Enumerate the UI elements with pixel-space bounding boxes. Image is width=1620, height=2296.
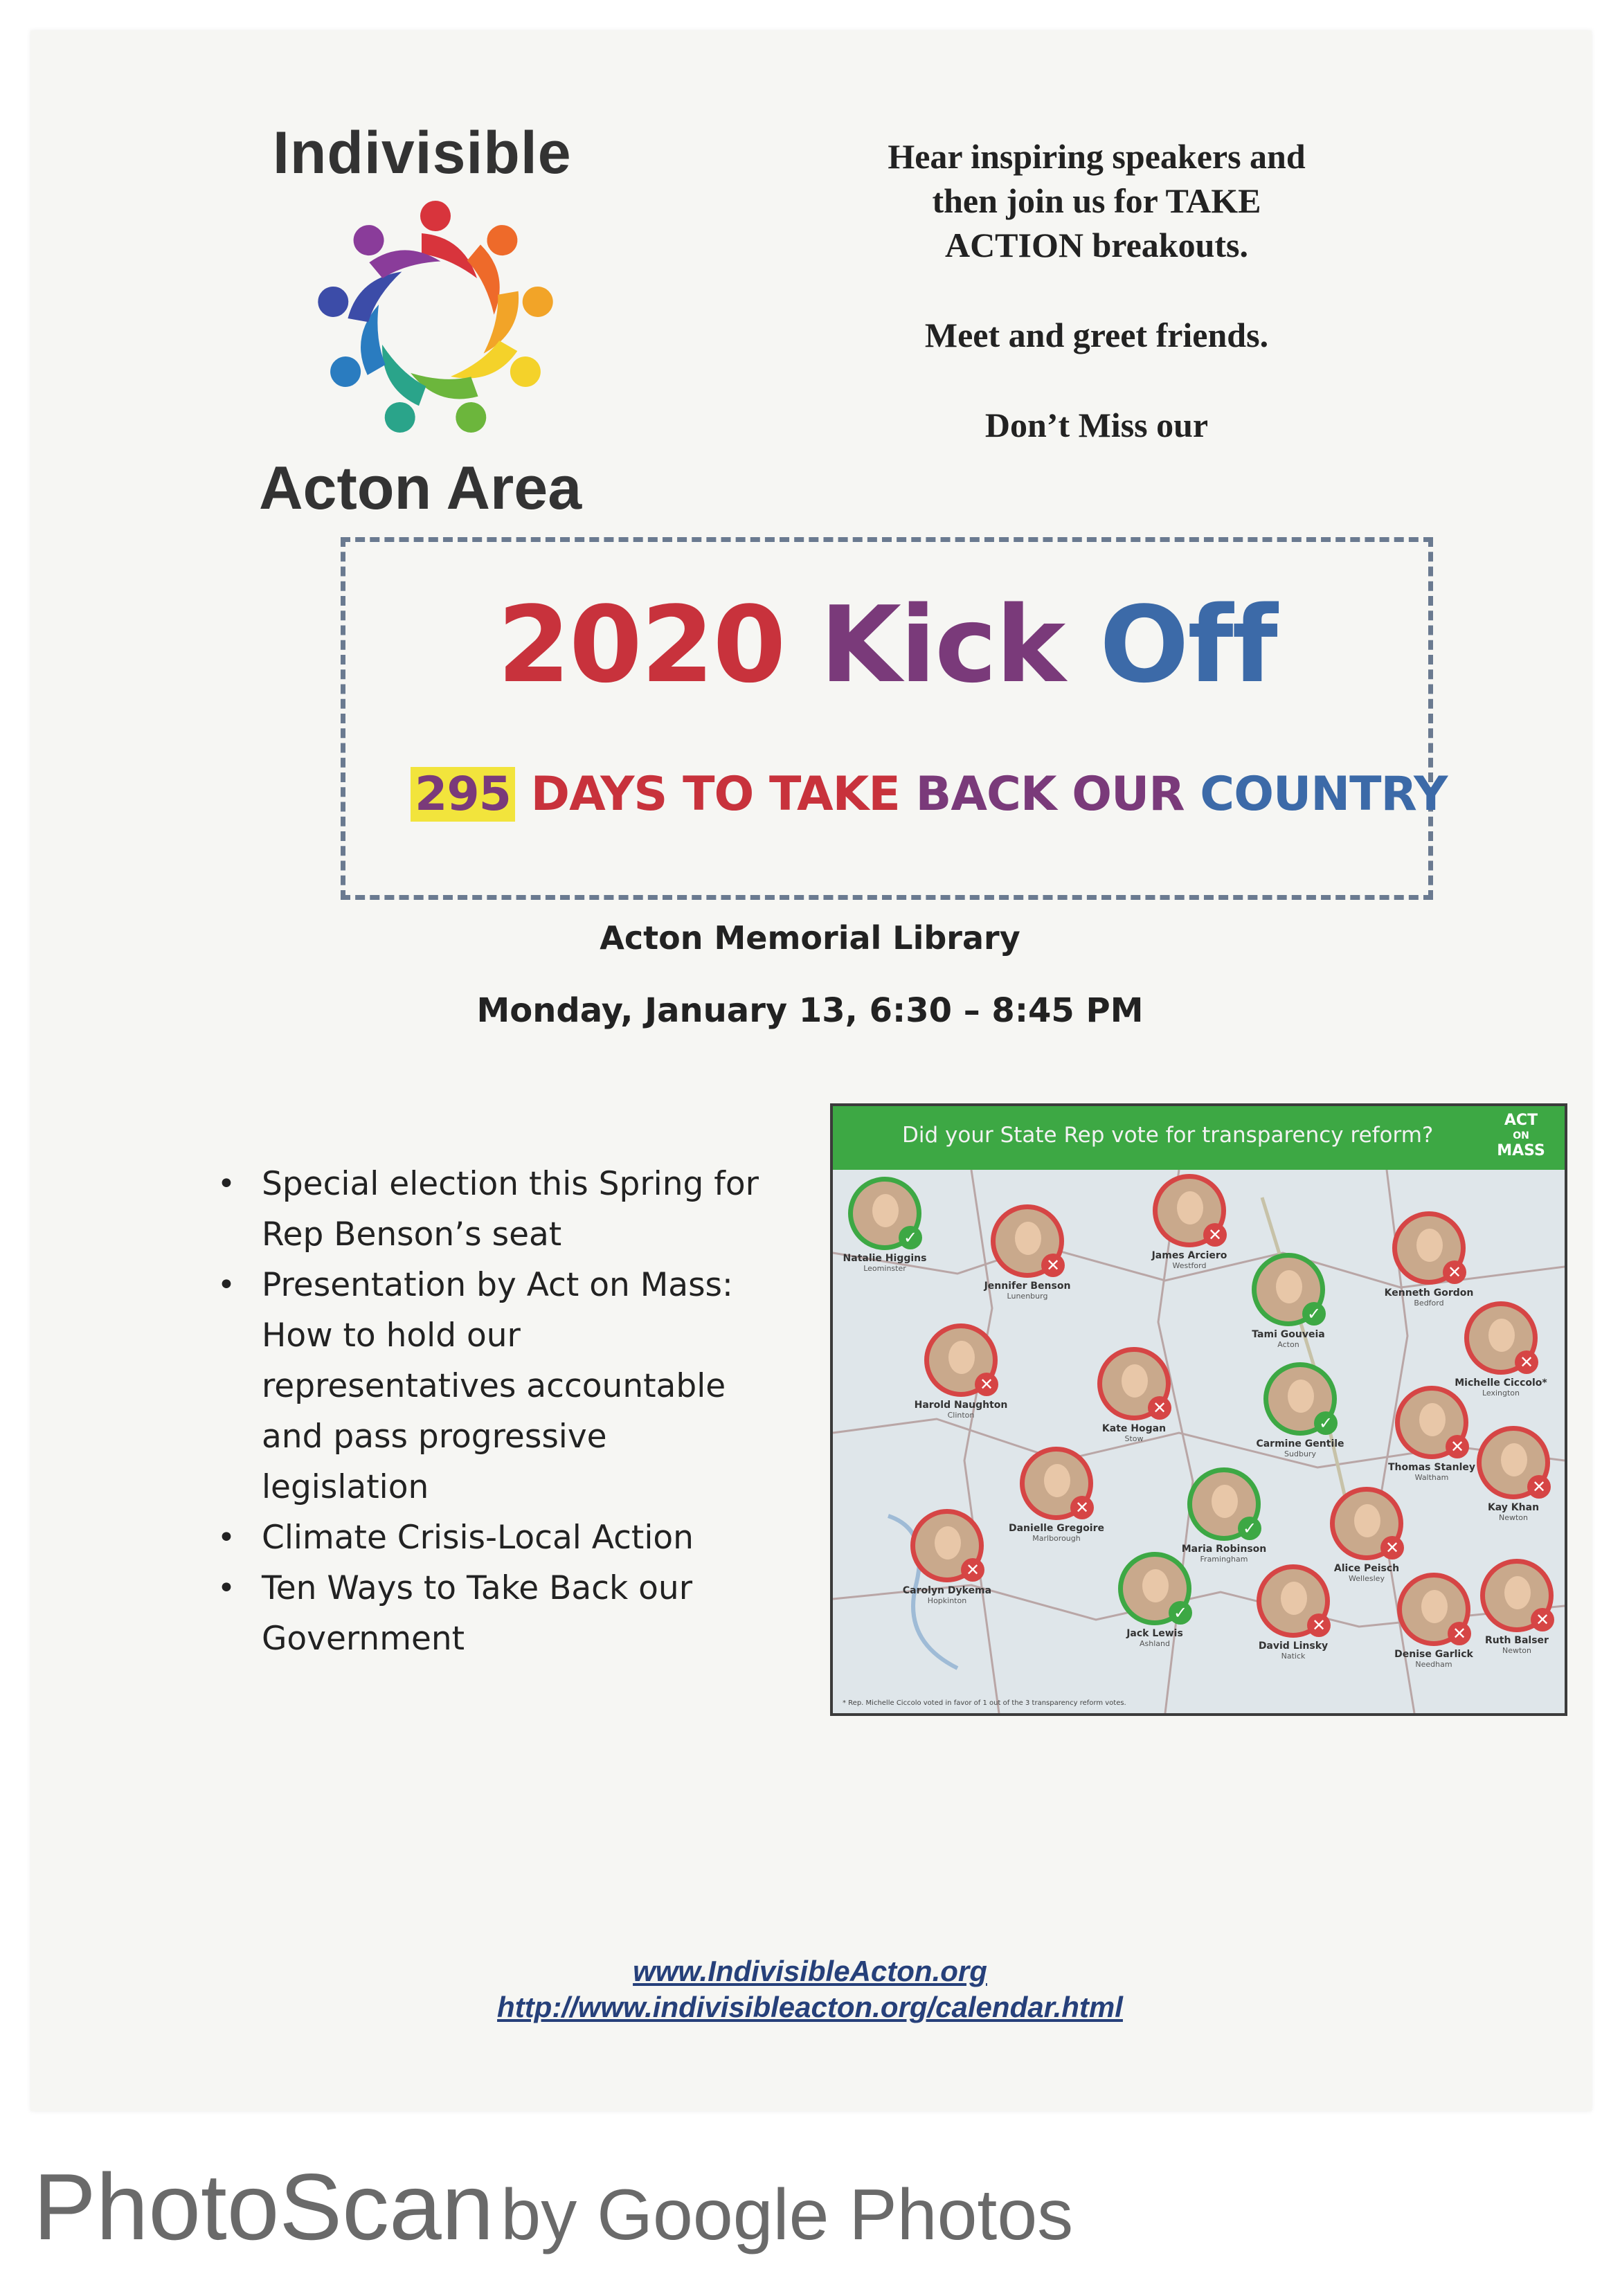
rep-marker: ✕ Thomas Stanley Waltham — [1388, 1386, 1480, 1482]
kickoff-title: 2020 Kick Off — [345, 584, 1428, 706]
intro-line: then join us for TAKE — [932, 181, 1261, 220]
rep-marker: ✕ Michelle Ciccolo* Lexington — [1455, 1301, 1549, 1398]
days-text-part: DAYS TO TAKE — [514, 767, 916, 822]
logo-bottom-text: Acton Area — [259, 453, 582, 522]
kickoff-box: 2020 Kick Off 295 DAYS TO TAKE BACK OUR … — [341, 537, 1448, 900]
intro-paragraph: Hear inspiring speakers and then join us… — [820, 134, 1374, 267]
rep-marker: ✓ Maria Robinson Framingham — [1182, 1467, 1272, 1564]
event-datetime: Monday, January 13, 6:30 – 8:45 PM — [476, 991, 1144, 1030]
agenda-item-continued: How to hold our — [262, 1317, 521, 1355]
rep-marker: ✕ Kenneth Gordon Bedford — [1385, 1211, 1477, 1308]
meet-greet-text: Meet and greet friends. — [924, 316, 1269, 354]
days-text-part: COUNTRY — [1200, 767, 1448, 822]
intro-line: Hear inspiring speakers and — [888, 137, 1306, 176]
agenda-item-continued: representatives accountable — [262, 1367, 726, 1405]
kickoff-title-part: Kick — [820, 584, 1100, 706]
intro-line: ACTION breakouts. — [944, 226, 1249, 264]
rep-marker: ✕ Jennifer Benson Lunenburg — [984, 1204, 1076, 1301]
map-footnote: * Rep. Michelle Ciccolo voted in favor o… — [843, 1699, 1126, 1707]
map-header: Did your State Rep vote for transparency… — [833, 1106, 1565, 1170]
venue-text: Acton Memorial Library — [600, 919, 1020, 957]
website-link[interactable]: www.IndivisibleActon.org — [0, 1955, 1620, 1988]
rep-marker: ✓ Tami Gouveia Acton — [1252, 1253, 1337, 1349]
days-text-part: BACK OUR — [915, 767, 1200, 822]
google-photos-credit: by Google Photos — [501, 2175, 1074, 2255]
act-on-mass-logo: ACT ON MASS — [1497, 1112, 1545, 1159]
rep-marker: ✕ James Arciero Westford — [1152, 1174, 1238, 1270]
flyer-page: Indivisible Acton Area Hear inspiring sp… — [30, 30, 1592, 2111]
rep-marker: ✕ Harold Naughton Clinton — [915, 1323, 1009, 1420]
rep-marker: ✓ Jack Lewis Ashland — [1118, 1552, 1203, 1648]
agenda-item: • Special election this Spring for — [217, 1165, 759, 1203]
rep-marker: ✓ Natalie Higgins Leominster — [843, 1177, 933, 1273]
photoscan-branding: PhotoScanby Google Photos — [33, 2153, 1073, 2261]
calendar-link[interactable]: http://www.indivisibleacton.org/calendar… — [0, 1991, 1620, 2024]
rep-marker: ✕ Kay Khan Newton — [1477, 1426, 1562, 1522]
rep-marker: ✕ Kate Hogan Stow — [1097, 1347, 1182, 1443]
days-number-highlight: 295 — [411, 767, 515, 822]
map-header-text: Did your State Rep vote for transparency… — [902, 1123, 1434, 1148]
dont-miss-text: Don’t Miss our — [984, 406, 1209, 444]
map-body: ✓ Natalie Higgins Leominster ✕ Jennifer B… — [833, 1170, 1565, 1713]
rep-marker: ✓ Carmine Gentile Sudbury — [1256, 1362, 1349, 1458]
rep-marker: ✕ David Linsky Natick — [1257, 1564, 1342, 1661]
rep-marker: ✕ Alice Peisch Wellesley — [1330, 1487, 1415, 1583]
agenda-list: • Special election this Spring for Rep Be… — [209, 1159, 763, 1664]
agenda-item: • Ten Ways to Take Back our — [217, 1569, 693, 1607]
agenda-item-continued: Government — [262, 1620, 465, 1658]
agenda-item-continued: Rep Benson’s seat — [262, 1215, 562, 1254]
rainbow-people-circle-icon — [318, 201, 553, 433]
rep-marker: ✕ Danielle Gregoire Marlborough — [1009, 1447, 1105, 1543]
logo-top-text: Indivisible — [273, 120, 572, 186]
rep-marker: ✕ Carolyn Dykema Hopkinton — [903, 1509, 996, 1605]
state-rep-vote-map: Did your State Rep vote for transparency… — [830, 1103, 1567, 1716]
kickoff-title-part: Off — [1099, 584, 1277, 706]
photoscan-wordmark: PhotoScan — [33, 2154, 494, 2259]
rep-marker: ✕ Ruth Balser Newton — [1480, 1559, 1565, 1655]
agenda-item: • Presentation by Act on Mass: — [217, 1266, 733, 1304]
kickoff-title-part: 2020 — [497, 584, 820, 706]
agenda-item: • Climate Crisis-Local Action — [217, 1519, 694, 1557]
agenda-item-continued: and pass progressive — [262, 1418, 607, 1456]
days-countdown: 295 DAYS TO TAKE BACK OUR COUNTRY — [411, 767, 1448, 822]
agenda-item-continued: legislation — [262, 1468, 429, 1506]
